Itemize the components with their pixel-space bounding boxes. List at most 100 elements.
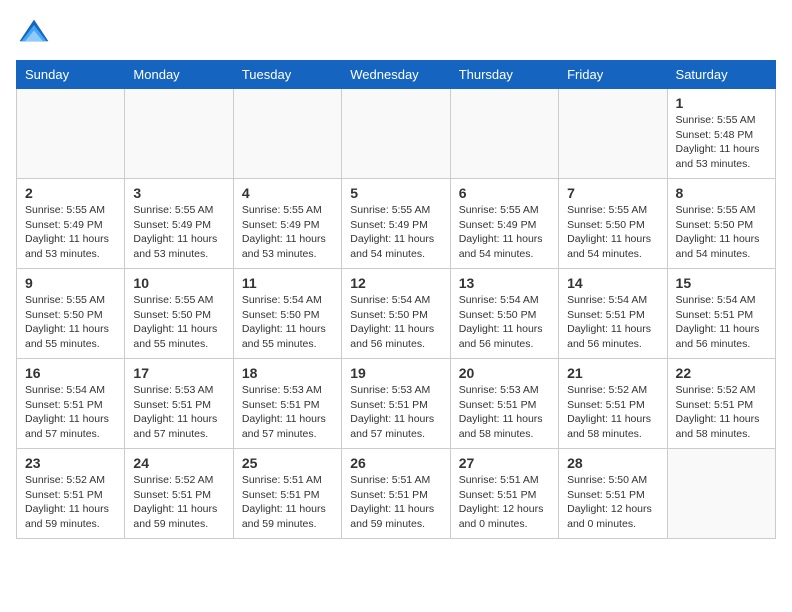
week-row: 9 Sunrise: 5:55 AM Sunset: 5:50 PM Daylig… bbox=[17, 269, 776, 359]
day-number: 28 bbox=[567, 455, 658, 471]
calendar-table: SundayMondayTuesdayWednesdayThursdayFrid… bbox=[16, 60, 776, 539]
calendar-cell: 16Sunrise: 5:54 AM Sunset: 5:51 PM Dayli… bbox=[17, 359, 125, 449]
week-row: 16Sunrise: 5:54 AM Sunset: 5:51 PM Dayli… bbox=[17, 359, 776, 449]
day-number: 18 bbox=[242, 365, 333, 381]
day-of-week-header: Wednesday bbox=[342, 61, 450, 89]
day-info: Sunrise: 5:55 AM Sunset: 5:49 PM Dayligh… bbox=[242, 203, 333, 262]
calendar-cell: 2 Sunrise: 5:55 AM Sunset: 5:49 PM Daylig… bbox=[17, 179, 125, 269]
day-info: Sunrise: 5:53 AM Sunset: 5:51 PM Dayligh… bbox=[133, 383, 224, 442]
calendar-cell: 18 Sunrise: 5:53 AM Sunset: 5:51 PM Dayli… bbox=[233, 359, 341, 449]
day-number: 12 bbox=[350, 275, 441, 291]
day-info: Sunrise: 5:54 AM Sunset: 5:51 PM Dayligh… bbox=[567, 293, 658, 352]
day-info: Sunrise: 5:53 AM Sunset: 5:51 PM Dayligh… bbox=[459, 383, 550, 442]
calendar-cell: 15 Sunrise: 5:54 AM Sunset: 5:51 PM Dayli… bbox=[667, 269, 775, 359]
day-number: 5 bbox=[350, 185, 441, 201]
week-row: 2 Sunrise: 5:55 AM Sunset: 5:49 PM Daylig… bbox=[17, 179, 776, 269]
day-info: Sunrise: 5:55 AM Sunset: 5:50 PM Dayligh… bbox=[676, 203, 767, 262]
calendar-cell: 21Sunrise: 5:52 AM Sunset: 5:51 PM Dayli… bbox=[559, 359, 667, 449]
day-info: Sunrise: 5:53 AM Sunset: 5:51 PM Dayligh… bbox=[242, 383, 333, 442]
day-info: Sunrise: 5:51 AM Sunset: 5:51 PM Dayligh… bbox=[242, 473, 333, 532]
day-info: Sunrise: 5:55 AM Sunset: 5:49 PM Dayligh… bbox=[459, 203, 550, 262]
calendar-cell: 6 Sunrise: 5:55 AM Sunset: 5:49 PM Daylig… bbox=[450, 179, 558, 269]
calendar-cell bbox=[17, 89, 125, 179]
logo bbox=[16, 16, 56, 52]
calendar-cell bbox=[667, 449, 775, 539]
day-info: Sunrise: 5:55 AM Sunset: 5:50 PM Dayligh… bbox=[567, 203, 658, 262]
day-info: Sunrise: 5:55 AM Sunset: 5:50 PM Dayligh… bbox=[133, 293, 224, 352]
calendar-cell: 12 Sunrise: 5:54 AM Sunset: 5:50 PM Dayli… bbox=[342, 269, 450, 359]
calendar-cell: 5 Sunrise: 5:55 AM Sunset: 5:49 PM Daylig… bbox=[342, 179, 450, 269]
day-info: Sunrise: 5:52 AM Sunset: 5:51 PM Dayligh… bbox=[25, 473, 116, 532]
day-number: 19 bbox=[350, 365, 441, 381]
day-of-week-header: Thursday bbox=[450, 61, 558, 89]
calendar-cell: 17 Sunrise: 5:53 AM Sunset: 5:51 PM Dayli… bbox=[125, 359, 233, 449]
day-number: 2 bbox=[25, 185, 116, 201]
day-number: 26 bbox=[350, 455, 441, 471]
day-info: Sunrise: 5:55 AM Sunset: 5:50 PM Dayligh… bbox=[25, 293, 116, 352]
day-number: 25 bbox=[242, 455, 333, 471]
week-row: 1 Sunrise: 5:55 AM Sunset: 5:48 PM Daylig… bbox=[17, 89, 776, 179]
calendar-cell bbox=[342, 89, 450, 179]
day-info: Sunrise: 5:55 AM Sunset: 5:49 PM Dayligh… bbox=[25, 203, 116, 262]
day-info: Sunrise: 5:51 AM Sunset: 5:51 PM Dayligh… bbox=[459, 473, 550, 532]
calendar-cell: 13 Sunrise: 5:54 AM Sunset: 5:50 PM Dayli… bbox=[450, 269, 558, 359]
day-info: Sunrise: 5:54 AM Sunset: 5:50 PM Dayligh… bbox=[350, 293, 441, 352]
day-number: 22 bbox=[676, 365, 767, 381]
day-number: 7 bbox=[567, 185, 658, 201]
day-number: 4 bbox=[242, 185, 333, 201]
day-number: 24 bbox=[133, 455, 224, 471]
day-number: 13 bbox=[459, 275, 550, 291]
day-number: 21 bbox=[567, 365, 658, 381]
day-number: 8 bbox=[676, 185, 767, 201]
calendar-cell: 9 Sunrise: 5:55 AM Sunset: 5:50 PM Daylig… bbox=[17, 269, 125, 359]
calendar-header-row: SundayMondayTuesdayWednesdayThursdayFrid… bbox=[17, 61, 776, 89]
day-number: 14 bbox=[567, 275, 658, 291]
calendar-cell: 1 Sunrise: 5:55 AM Sunset: 5:48 PM Daylig… bbox=[667, 89, 775, 179]
day-info: Sunrise: 5:54 AM Sunset: 5:51 PM Dayligh… bbox=[25, 383, 116, 442]
day-number: 1 bbox=[676, 95, 767, 111]
day-number: 15 bbox=[676, 275, 767, 291]
calendar-cell bbox=[559, 89, 667, 179]
day-of-week-header: Sunday bbox=[17, 61, 125, 89]
day-of-week-header: Tuesday bbox=[233, 61, 341, 89]
day-info: Sunrise: 5:54 AM Sunset: 5:51 PM Dayligh… bbox=[676, 293, 767, 352]
day-number: 20 bbox=[459, 365, 550, 381]
day-number: 17 bbox=[133, 365, 224, 381]
calendar-cell: 24 Sunrise: 5:52 AM Sunset: 5:51 PM Dayli… bbox=[125, 449, 233, 539]
day-info: Sunrise: 5:55 AM Sunset: 5:49 PM Dayligh… bbox=[350, 203, 441, 262]
day-info: Sunrise: 5:50 AM Sunset: 5:51 PM Dayligh… bbox=[567, 473, 658, 532]
calendar-cell: 22 Sunrise: 5:52 AM Sunset: 5:51 PM Dayli… bbox=[667, 359, 775, 449]
calendar-cell: 7 Sunrise: 5:55 AM Sunset: 5:50 PM Daylig… bbox=[559, 179, 667, 269]
day-number: 27 bbox=[459, 455, 550, 471]
calendar-cell: 14 Sunrise: 5:54 AM Sunset: 5:51 PM Dayli… bbox=[559, 269, 667, 359]
calendar-cell bbox=[125, 89, 233, 179]
calendar-cell: 19Sunrise: 5:53 AM Sunset: 5:51 PM Dayli… bbox=[342, 359, 450, 449]
logo-icon bbox=[16, 16, 52, 52]
day-number: 9 bbox=[25, 275, 116, 291]
day-number: 10 bbox=[133, 275, 224, 291]
page-header bbox=[16, 16, 776, 52]
calendar-cell: 10 Sunrise: 5:55 AM Sunset: 5:50 PM Dayli… bbox=[125, 269, 233, 359]
day-info: Sunrise: 5:55 AM Sunset: 5:49 PM Dayligh… bbox=[133, 203, 224, 262]
calendar-cell: 25 Sunrise: 5:51 AM Sunset: 5:51 PM Dayli… bbox=[233, 449, 341, 539]
day-info: Sunrise: 5:52 AM Sunset: 5:51 PM Dayligh… bbox=[133, 473, 224, 532]
day-number: 6 bbox=[459, 185, 550, 201]
calendar-cell: 4 Sunrise: 5:55 AM Sunset: 5:49 PM Daylig… bbox=[233, 179, 341, 269]
calendar-cell: 26 Sunrise: 5:51 AM Sunset: 5:51 PM Dayli… bbox=[342, 449, 450, 539]
day-of-week-header: Monday bbox=[125, 61, 233, 89]
calendar-cell: 27 Sunrise: 5:51 AM Sunset: 5:51 PM Dayli… bbox=[450, 449, 558, 539]
day-info: Sunrise: 5:54 AM Sunset: 5:50 PM Dayligh… bbox=[459, 293, 550, 352]
day-info: Sunrise: 5:51 AM Sunset: 5:51 PM Dayligh… bbox=[350, 473, 441, 532]
calendar-cell: 11Sunrise: 5:54 AM Sunset: 5:50 PM Dayli… bbox=[233, 269, 341, 359]
calendar-cell: 28 Sunrise: 5:50 AM Sunset: 5:51 PM Dayli… bbox=[559, 449, 667, 539]
week-row: 23 Sunrise: 5:52 AM Sunset: 5:51 PM Dayli… bbox=[17, 449, 776, 539]
day-number: 23 bbox=[25, 455, 116, 471]
calendar-cell: 23 Sunrise: 5:52 AM Sunset: 5:51 PM Dayli… bbox=[17, 449, 125, 539]
calendar-cell: 3Sunrise: 5:55 AM Sunset: 5:49 PM Daylig… bbox=[125, 179, 233, 269]
day-info: Sunrise: 5:54 AM Sunset: 5:50 PM Dayligh… bbox=[242, 293, 333, 352]
calendar-cell: 20 Sunrise: 5:53 AM Sunset: 5:51 PM Dayli… bbox=[450, 359, 558, 449]
day-info: Sunrise: 5:52 AM Sunset: 5:51 PM Dayligh… bbox=[676, 383, 767, 442]
calendar-cell: 8 Sunrise: 5:55 AM Sunset: 5:50 PM Daylig… bbox=[667, 179, 775, 269]
day-info: Sunrise: 5:55 AM Sunset: 5:48 PM Dayligh… bbox=[676, 113, 767, 172]
day-of-week-header: Saturday bbox=[667, 61, 775, 89]
